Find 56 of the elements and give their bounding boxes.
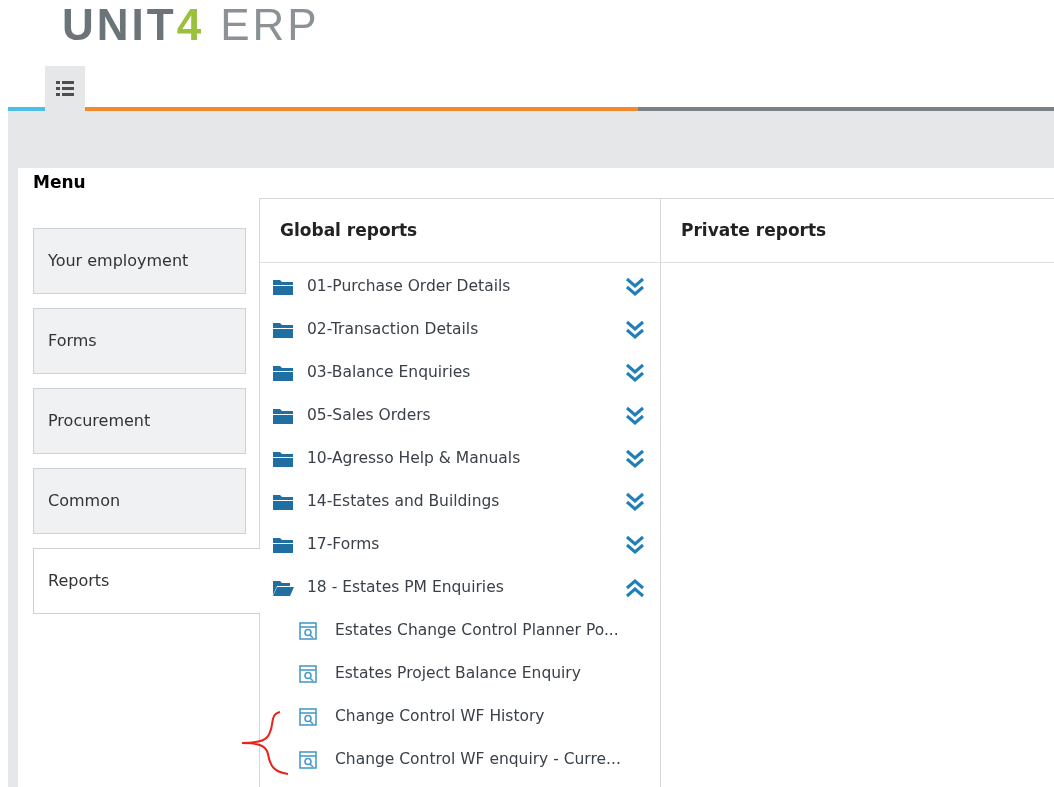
annotation-brace [240, 710, 290, 776]
folder-icon [272, 449, 294, 468]
report-row[interactable]: Estates Change Control Planner Po... [260, 609, 660, 652]
folder-icon [272, 492, 294, 511]
folder-icon [272, 363, 294, 382]
folder-row[interactable]: 10-Agresso Help & Manuals [260, 437, 660, 480]
folder-row[interactable]: 05-Sales Orders [260, 394, 660, 437]
report-icon [298, 663, 318, 684]
folder-label: 02-Transaction Details [307, 318, 480, 340]
folder-row[interactable]: 01-Purchase Order Details [260, 265, 660, 308]
menu-title: Menu [32, 171, 87, 194]
list-icon [56, 81, 74, 96]
logo: UNIT4 ERP [62, 0, 320, 51]
menu-item[interactable]: Reports [33, 548, 260, 614]
folder-label: 17-Forms [307, 533, 381, 555]
folder-label: 14-Estates and Buildings [307, 490, 501, 512]
report-label: Estates Change Control Planner Po... [335, 619, 619, 641]
folder-label: 05-Sales Orders [307, 404, 432, 426]
menu-item[interactable]: Procurement [33, 388, 246, 454]
open-folder-icon [272, 578, 294, 597]
folder-icon [272, 406, 294, 425]
folder-icon [272, 320, 294, 339]
menu-item[interactable]: Forms [33, 308, 246, 374]
folder-row[interactable]: 14-Estates and Buildings [260, 480, 660, 523]
menu-item[interactable]: Your employment [33, 228, 246, 294]
report-label: Change Control WF enquiry - Curre... [335, 748, 621, 770]
report-row[interactable]: Change Control WF enquiry - Curre... [260, 738, 660, 781]
menu-tab[interactable] [45, 66, 85, 111]
expand-icon[interactable] [624, 405, 646, 426]
panel-title: Global reports [260, 199, 660, 263]
folder-row[interactable]: 18 - Estates PM Enquiries [260, 566, 660, 609]
collapse-icon[interactable] [624, 577, 646, 598]
expand-icon[interactable] [624, 491, 646, 512]
folder-label: 03-Balance Enquiries [307, 361, 472, 383]
folder-label: 18 - Estates PM Enquiries [307, 576, 505, 598]
folder-row[interactable]: 02-Transaction Details [260, 308, 660, 351]
folder-icon [272, 277, 294, 296]
report-row[interactable]: Change Control WF History [260, 695, 660, 738]
expand-icon[interactable] [624, 276, 646, 297]
folder-label: 01-Purchase Order Details [307, 275, 512, 297]
expand-icon[interactable] [624, 362, 646, 383]
report-icon [298, 620, 318, 641]
folder-row[interactable]: 03-Balance Enquiries [260, 351, 660, 394]
report-label: Estates Project Balance Enquiry [335, 662, 581, 684]
report-icon [298, 749, 318, 770]
expand-icon[interactable] [624, 534, 646, 555]
report-icon [298, 706, 318, 727]
report-label: Change Control WF History [335, 705, 545, 727]
panel-title: Private reports [661, 199, 1054, 263]
expand-icon[interactable] [624, 448, 646, 469]
folder-row[interactable]: 17-Forms [260, 523, 660, 566]
menu-item[interactable]: Common [33, 468, 246, 534]
report-row[interactable]: Estates Project Balance Enquiry [260, 652, 660, 695]
folder-label: 10-Agresso Help & Manuals [307, 447, 522, 469]
expand-icon[interactable] [624, 319, 646, 340]
folder-icon [272, 535, 294, 554]
